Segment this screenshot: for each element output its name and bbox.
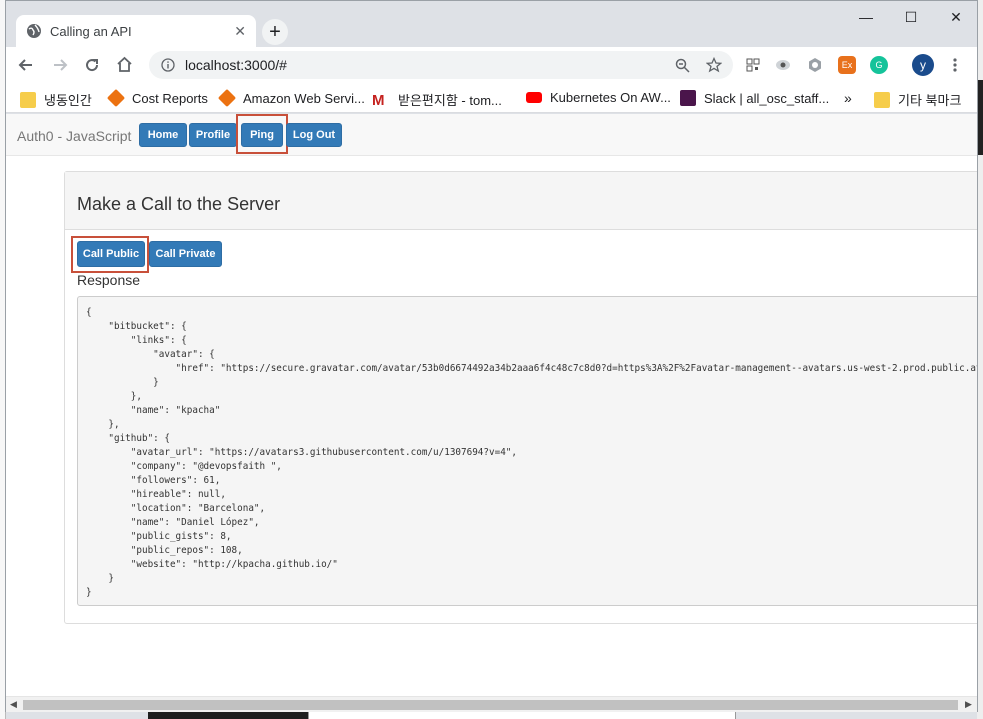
server-call-panel: Make a Call to the Server Call Public Ca…: [64, 171, 977, 624]
bookmark-label: 냉동인간: [44, 93, 92, 108]
minimize-button[interactable]: —: [856, 9, 876, 25]
profile-avatar[interactable]: y: [912, 54, 934, 76]
bookmark-star-icon[interactable]: [706, 57, 722, 73]
address-bar[interactable]: localhost:3000/#: [149, 51, 733, 79]
window-close-button[interactable]: ✕: [946, 9, 966, 26]
ping-highlight: [236, 114, 288, 154]
other-bookmarks[interactable]: 기타 북마크: [874, 90, 961, 109]
bookmark-item[interactable]: Kubernetes On AW...: [526, 90, 671, 105]
bookmark-label: Amazon Web Servi...: [243, 90, 365, 106]
logout-button[interactable]: Log Out: [286, 123, 342, 147]
browser-toolbar: localhost:3000/# Ex G y: [6, 47, 977, 83]
zoom-icon[interactable]: [675, 58, 690, 73]
globe-icon: [27, 24, 41, 38]
scroll-right-icon[interactable]: ▶: [965, 699, 972, 710]
tab-close-icon[interactable]: ✕: [234, 23, 246, 40]
bookmark-label: 기타 북마크: [898, 93, 962, 108]
panel-header: Make a Call to the Server: [65, 172, 977, 230]
grammarly-icon[interactable]: G: [870, 56, 888, 74]
bookmark-item[interactable]: M 받은편지함 - tom...: [372, 90, 502, 109]
response-box: { "bitbucket": { "links": { "avatar": { …: [77, 296, 977, 606]
aws-icon: [106, 88, 126, 108]
call-public-highlight: [71, 236, 149, 273]
scrollbar-thumb[interactable]: [23, 700, 958, 710]
profile-button[interactable]: Profile: [189, 123, 237, 147]
hexagon-extension-icon[interactable]: [806, 56, 824, 74]
back-icon[interactable]: [18, 57, 34, 73]
tab-title: Calling an API: [50, 23, 132, 39]
browser-window: Calling an API ✕ + — ☐ ✕ localhost:3000/…: [5, 0, 978, 712]
maximize-button[interactable]: ☐: [901, 9, 921, 26]
bookmark-item[interactable]: 냉동인간: [20, 90, 92, 109]
bookmarks-overflow-button[interactable]: »: [844, 90, 852, 106]
tab-strip: Calling an API ✕ + — ☐ ✕: [6, 1, 977, 47]
bookmarks-bar: 냉동인간 Cost Reports Amazon Web Servi... M …: [6, 83, 977, 113]
horizontal-scrollbar[interactable]: ◀ ▶: [6, 696, 977, 712]
info-icon[interactable]: [161, 58, 175, 72]
bookmark-label: 받은편지함 - tom...: [398, 93, 502, 108]
bookmark-item[interactable]: Amazon Web Servi...: [217, 88, 365, 108]
bookmark-item[interactable]: Slack | all_osc_staff...: [680, 90, 829, 106]
panel-title: Make a Call to the Server: [77, 194, 281, 214]
bookmark-label: Cost Reports: [132, 90, 208, 106]
home-icon[interactable]: [116, 56, 133, 73]
folder-icon: [20, 91, 36, 108]
page-content: Auth0 - JavaScript Home Profile Ping Log…: [6, 114, 977, 696]
bookmark-item[interactable]: Cost Reports: [106, 88, 208, 108]
new-tab-button[interactable]: +: [262, 19, 288, 45]
scroll-left-icon[interactable]: ◀: [10, 699, 17, 710]
more-menu-icon[interactable]: [952, 57, 958, 73]
app-navbar: Auth0 - JavaScript Home Profile Ping Log…: [6, 114, 977, 156]
forward-icon[interactable]: [52, 57, 68, 73]
ex-extension-icon[interactable]: Ex: [838, 56, 856, 74]
reload-icon[interactable]: [84, 57, 100, 73]
home-button[interactable]: Home: [139, 123, 187, 147]
slack-icon: [680, 90, 696, 106]
response-label: Response: [77, 272, 141, 288]
youtube-icon: [526, 92, 542, 103]
bookmark-label: Kubernetes On AW...: [550, 90, 671, 105]
folder-icon: [874, 91, 890, 108]
bookmark-label: Slack | all_osc_staff...: [704, 90, 830, 106]
aws-icon: [217, 88, 237, 108]
qr-extension-icon[interactable]: [744, 56, 762, 74]
browser-tab[interactable]: Calling an API ✕: [16, 15, 256, 47]
gmail-icon: M: [372, 91, 385, 109]
call-private-button[interactable]: Call Private: [149, 241, 222, 267]
eye-extension-icon[interactable]: [774, 56, 792, 74]
url-text[interactable]: localhost:3000/#: [185, 57, 287, 73]
brand-title[interactable]: Auth0 - JavaScript: [17, 128, 131, 144]
response-json: { "bitbucket": { "links": { "avatar": { …: [86, 307, 977, 598]
